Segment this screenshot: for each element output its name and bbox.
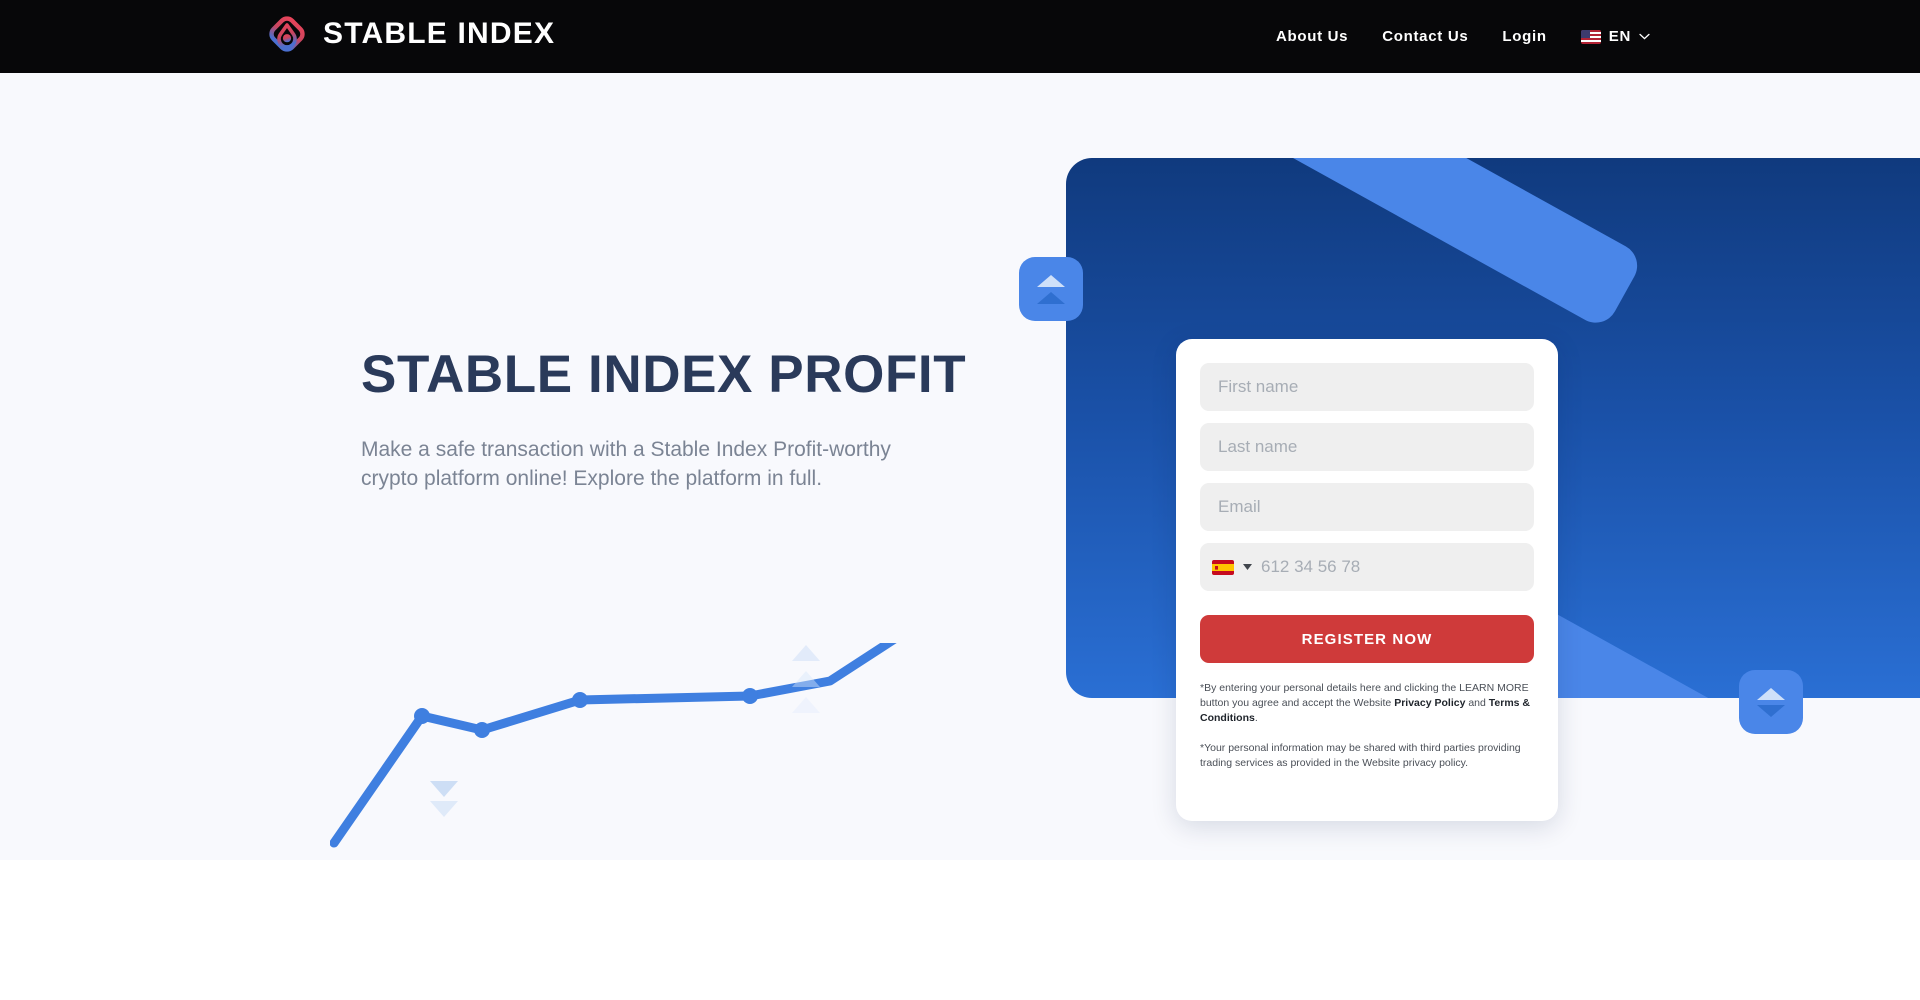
legal-text-mid: and [1465, 697, 1489, 710]
triangle-up-dark-icon [1037, 291, 1065, 304]
diamond-drop-logo-icon [269, 16, 305, 52]
badge-up-up [1019, 257, 1083, 321]
email-input[interactable] [1200, 483, 1534, 531]
last-name-input[interactable] [1200, 423, 1534, 471]
triangle-up-light-icon [1037, 274, 1065, 287]
chart-point [474, 722, 490, 738]
hero-copy: STABLE INDEX PROFIT Make a safe transact… [361, 345, 981, 494]
legal-disclaimer-secondary: *Your personal information may be shared… [1200, 741, 1521, 769]
es-flag-icon [1212, 559, 1234, 575]
registration-form-card: 612 34 56 78 REGISTER NOW *By entering y… [1176, 339, 1558, 821]
chevron-down-icon[interactable] [1639, 33, 1650, 40]
page-title: STABLE INDEX PROFIT [361, 345, 967, 404]
brand-name: STABLE INDEX [323, 17, 556, 50]
us-flag-icon [1580, 29, 1601, 44]
hero-section: STABLE INDEX PROFIT Make a safe transact… [0, 73, 1920, 860]
language-switcher[interactable]: EN [1580, 28, 1650, 45]
triangle-up-faded-group [792, 645, 820, 713]
nav-item-about-us[interactable]: About Us [1276, 28, 1348, 45]
chart-point [742, 688, 758, 704]
triangle-down-faded-group [430, 781, 458, 817]
main-navigation: About Us Contact Us Login EN [1276, 0, 1650, 73]
caret-down-icon[interactable] [1243, 564, 1252, 570]
chart-point [572, 692, 588, 708]
privacy-policy-link[interactable]: Privacy Policy [1394, 697, 1465, 709]
chart-point [414, 708, 430, 724]
phone-input[interactable]: 612 34 56 78 [1200, 543, 1534, 591]
arrow-up-right-icon [1066, 438, 1166, 618]
hero-subtitle: Make a safe transaction with a Stable In… [361, 438, 891, 491]
phone-placeholder: 612 34 56 78 [1261, 557, 1361, 576]
decorative-ribbon-top [1236, 158, 1646, 331]
badge-up-down [1739, 670, 1803, 734]
legal-disclaimer-primary: *By entering your personal details here … [1200, 681, 1534, 727]
nav-item-contact-us[interactable]: Contact Us [1382, 28, 1468, 45]
first-name-input[interactable] [1200, 363, 1534, 411]
language-code: EN [1608, 28, 1631, 45]
growth-line-chart [330, 643, 897, 848]
legal-text-end: . [1254, 712, 1258, 725]
nav-item-login[interactable]: Login [1502, 28, 1546, 45]
triangle-up-light-icon [1757, 687, 1785, 700]
brand-logo[interactable]: STABLE INDEX [265, 12, 555, 56]
register-now-button[interactable]: REGISTER NOW [1200, 615, 1534, 663]
triangle-down-dark-icon [1757, 704, 1785, 717]
site-header: STABLE INDEX About Us Contact Us Login E… [0, 0, 1920, 73]
